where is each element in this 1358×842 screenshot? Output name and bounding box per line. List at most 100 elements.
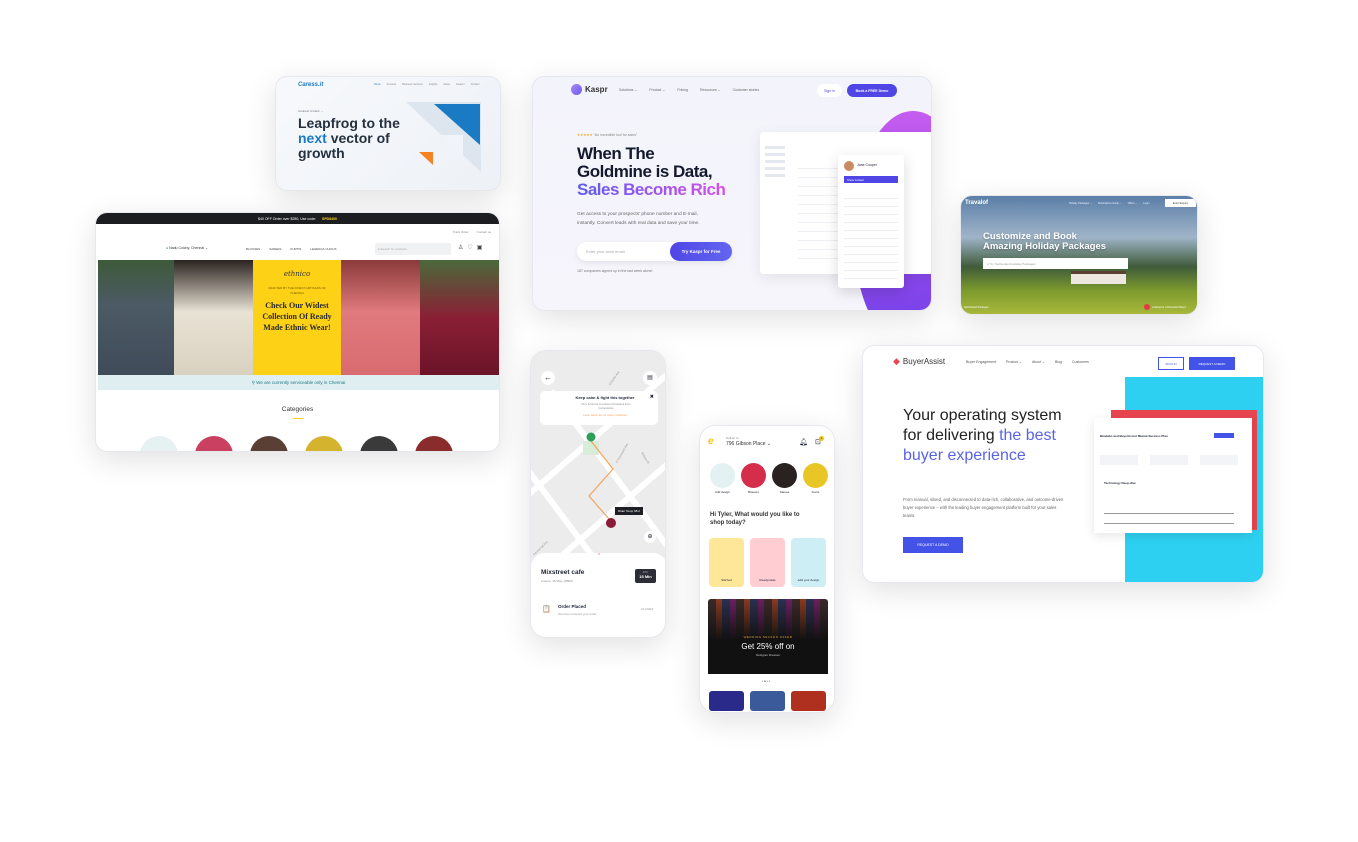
banner-text-panel: ethnico CRAFTED BY THE FINEST ARTISANS O… [253, 260, 341, 375]
app-logo: e [708, 436, 714, 447]
nav-login[interactable]: Login [1143, 202, 1149, 205]
contact-link[interactable]: Contact us [477, 230, 491, 234]
address-selector[interactable]: 796 Gibson Place ⌄ [726, 441, 771, 447]
order-sheet: ⌃ Mixstreet cafe 2 items, 15 May, Q8500 … [531, 553, 665, 637]
ethnic-nav: BLOUSES SAREES KURTIS LEHENGA CHOLIS [246, 247, 337, 251]
nav-home[interactable]: Home [374, 83, 381, 86]
star-rating-icon: ★★★★★ [577, 133, 593, 137]
category-item[interactable] [415, 436, 453, 451]
service-notice: ⚲ We are currently serviceable only in C… [98, 375, 499, 390]
bag-icon[interactable]: ⊡ 2 [815, 436, 824, 446]
photo-caption: Switzerland Packages [964, 306, 989, 309]
tile-add-design[interactable]: Add your design [791, 538, 826, 587]
kaspr-rating: ★★★★★ "An incredible tool for sales" [577, 133, 638, 137]
tile-readymade[interactable]: Readymade [750, 538, 785, 587]
nav-about[interactable]: About ⌄ [1032, 360, 1045, 364]
nav-holiday-packages[interactable]: Holiday Packages ⌄ [1069, 202, 1092, 205]
house-image [1071, 271, 1126, 284]
nav-sarees[interactable]: SAREES [269, 247, 281, 251]
rider-temp-tooltip: Rider Temp 98.2 [615, 507, 643, 515]
category-row: Add design Blouses Sarees Kurtis [710, 463, 828, 494]
nav-resources[interactable]: Resources ⌄ [700, 88, 721, 92]
chevron-up-icon[interactable]: ⌃ [531, 553, 665, 559]
try-kaspr-button[interactable]: Try Kaspr for Free [670, 242, 732, 261]
tile-stitched[interactable]: Stitched [709, 538, 744, 587]
product-thumbnail[interactable] [791, 691, 826, 711]
category-item[interactable] [305, 436, 343, 451]
nav-customers[interactable]: Customers [1072, 360, 1089, 364]
buyerassist-logo: ◆ BuyerAssist [893, 356, 946, 366]
nav-product[interactable]: Product ⌄ [649, 88, 665, 92]
back-arrow-icon[interactable]: ← [541, 371, 555, 385]
nav-destinations[interactable]: Destinations Guide ⌄ [1098, 202, 1122, 205]
logo-icon: ◆ [893, 356, 900, 366]
travalof-logo: Travalof [965, 200, 989, 206]
category-item[interactable] [360, 436, 398, 451]
category-sarees[interactable]: Sarees [772, 463, 797, 494]
kaspr-website-card: Kaspr Solutions ⌄ Product ⌄ Pricing Resourc… [532, 76, 932, 311]
book-demo-button[interactable]: Book a FREE Demo [847, 84, 897, 97]
show-contact-button[interactable]: Show contact [844, 176, 898, 183]
sign-in-button[interactable]: Sign in [817, 84, 842, 97]
nav-business[interactable]: Business Services [402, 83, 422, 86]
safety-banner[interactable]: Keep calm & fight this together Do's & D… [540, 391, 658, 425]
nav-product[interactable]: Product ⌄ [1006, 360, 1022, 364]
locate-icon[interactable]: ⊕ [644, 531, 656, 543]
package-search-input[interactable]: ⌕ Try 'Switzerland Holiday Packages' [983, 258, 1128, 269]
product-thumbnail[interactable] [750, 691, 785, 711]
nav-kurtis[interactable]: KURTIS [290, 247, 301, 251]
category-kurtis[interactable]: Kurtis [803, 463, 828, 494]
nav-offers[interactable]: Offers ⌄ [1128, 202, 1138, 205]
nav-pricing[interactable]: Pricing [677, 88, 688, 92]
nav-customer-stories[interactable]: Customer stories [733, 88, 759, 92]
enquiry-button[interactable]: Enter Enquiry [1165, 199, 1196, 207]
caress-website-card: Caress.it Home Services Business Services I… [275, 76, 501, 191]
caress-kicker[interactable]: Connect to Next → [298, 109, 323, 113]
bell-icon[interactable]: 🔔︎ [799, 438, 808, 446]
nav-lehenga[interactable]: LEHENGA CHOLIS [310, 247, 336, 251]
track-order-link[interactable]: Track Order [453, 230, 469, 234]
category-item[interactable] [140, 436, 178, 451]
promo-bar: $40 OFF Order over $250, Use code: SPD840… [96, 213, 499, 224]
category-blouses[interactable]: Blouses [741, 463, 766, 494]
category-list [140, 436, 453, 451]
user-icon[interactable]: ♙ [458, 245, 467, 251]
romantic-badge[interactable]: Looking for a Romantic Place? [1144, 304, 1186, 310]
category-item[interactable] [250, 436, 288, 451]
search-input[interactable]: ⌕ Search for products [375, 243, 451, 255]
email-input[interactable]: Enter your work email Try Kaspr for Free [577, 242, 732, 261]
close-icon[interactable]: ✖ [650, 394, 654, 400]
nav-careers[interactable]: Careers [456, 83, 465, 86]
buyer-headline: Your operating system for delivering the… [903, 407, 1062, 464]
delivery-tracking-phone: ← ▤ Keep calm & fight this together Do's… [530, 350, 666, 638]
cart-icon[interactable]: ▣ [477, 245, 487, 251]
nav-services[interactable]: Services [387, 83, 397, 86]
product-thumbnail[interactable] [709, 691, 744, 711]
kaspr-logo: Kaspr [571, 84, 608, 95]
nav-solutions[interactable]: Solutions ⌄ [619, 88, 637, 92]
nav-about[interactable]: About [443, 83, 450, 86]
nav-contact[interactable]: Contact [471, 83, 480, 86]
categories-heading: Categories [281, 406, 314, 413]
category-add-design[interactable]: Add design [710, 463, 735, 494]
nav-insights[interactable]: Insights [429, 83, 438, 86]
nav-blog[interactable]: Blog [1055, 360, 1062, 364]
avatar [844, 161, 854, 171]
nav-blouses[interactable]: BLOUSES [246, 247, 260, 251]
ethnico-website-card: $40 OFF Order over $250, Use code: SPD840… [95, 212, 500, 452]
buyer-nav: Buyer Engagement Product ⌄ About ⌄ Blog Cust… [966, 360, 1089, 364]
offer-banner[interactable]: WEDDING SEASON OFFER Get 25% off on Desi… [708, 599, 828, 674]
request-demo-nav-button[interactable]: REQUEST A DEMO [1189, 357, 1235, 370]
tile-row: Stitched Readymade Add your design [709, 538, 826, 587]
carousel-dots[interactable]: •●•• [762, 679, 771, 683]
sign-in-button[interactable]: SIGN IN [1158, 357, 1184, 370]
nav-buyer-engagement[interactable]: Buyer Engagement [966, 360, 996, 364]
request-demo-button[interactable]: REQUEST A DEMO [903, 537, 963, 553]
category-item[interactable] [195, 436, 233, 451]
message-icon[interactable]: ▤ [643, 371, 657, 385]
location-selector[interactable]: ● Nadu Colony, Chennai ⌄ [166, 246, 208, 250]
heart-icon[interactable]: ♡ [467, 245, 476, 251]
destination-pin-icon [586, 432, 596, 442]
caress-nav: Home Services Business Services Insights Abo… [374, 83, 479, 86]
hero-banner[interactable]: ethnico CRAFTED BY THE FINEST ARTISANS O… [98, 260, 499, 375]
